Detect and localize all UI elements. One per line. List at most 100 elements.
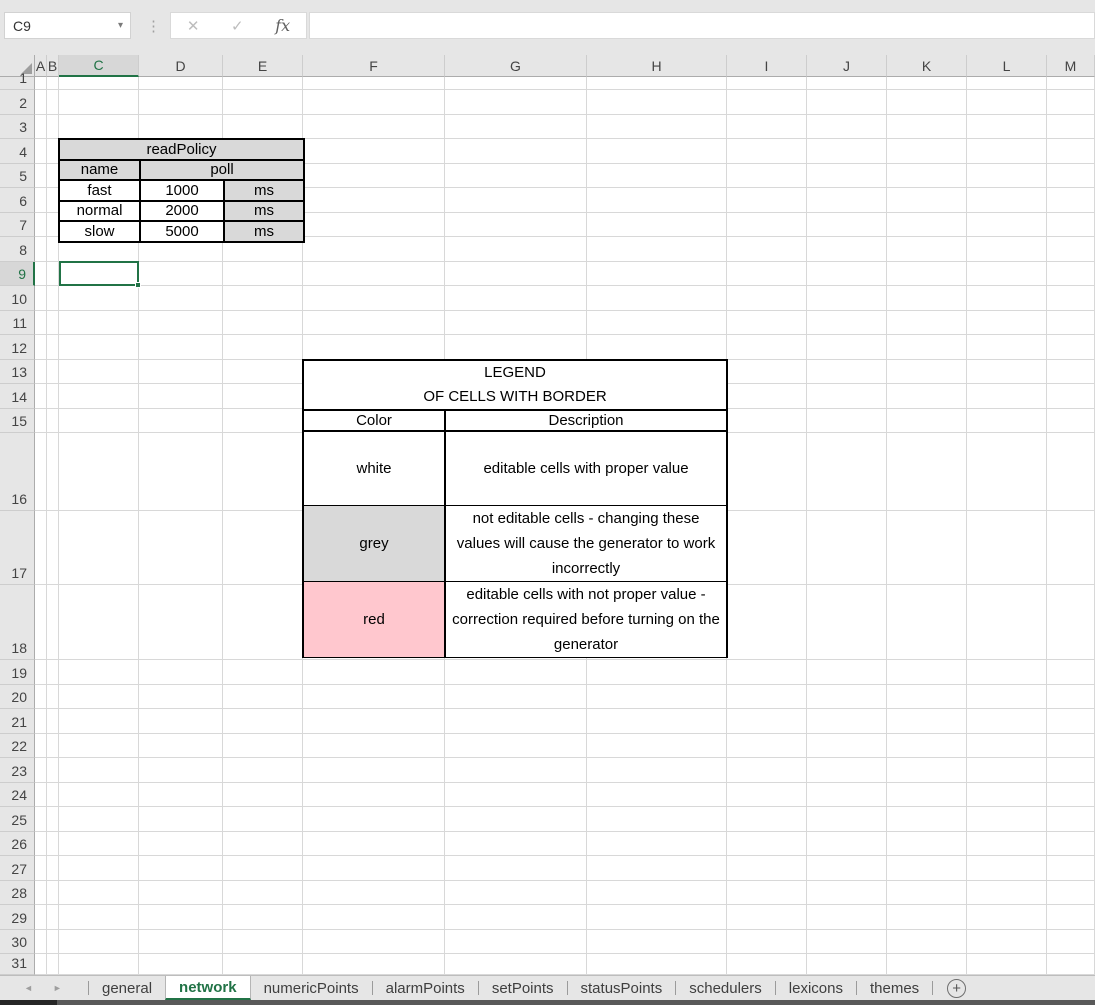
column-header-A[interactable]: A: [35, 55, 47, 77]
read-policy-name-cell[interactable]: normal: [59, 201, 140, 222]
sheet-tab-statusPoints[interactable]: statusPoints: [568, 976, 676, 1000]
legend-title-cell[interactable]: LEGENDOF CELLS WITH BORDER: [303, 360, 727, 410]
column-header-J[interactable]: J: [807, 55, 887, 77]
read-policy-name-cell[interactable]: fast: [59, 180, 140, 201]
sheet-tab-setPoints[interactable]: setPoints: [479, 976, 567, 1000]
sheet-tab-themes[interactable]: themes: [857, 976, 932, 1000]
cancel-icon[interactable]: ✕: [187, 17, 200, 35]
bottom-strip: [0, 1000, 1095, 1005]
add-sheet-button[interactable]: +: [947, 979, 966, 998]
read-policy-name-header-cell[interactable]: name: [59, 160, 140, 181]
legend-description-header-cell[interactable]: Description: [445, 410, 727, 431]
select-all-corner[interactable]: [0, 55, 35, 77]
grid-canvas[interactable]: readPolicynamepollfast1000ms normal2000ms…: [35, 77, 1095, 975]
sheet-tab-lexicons[interactable]: lexicons: [776, 976, 856, 1000]
row-header-23[interactable]: 23: [0, 758, 35, 783]
row-header-21[interactable]: 21: [0, 709, 35, 734]
row-header-26[interactable]: 26: [0, 832, 35, 857]
row-header-14[interactable]: 14: [0, 384, 35, 409]
legend-title-line1: LEGEND: [304, 361, 726, 385]
column-header-I[interactable]: I: [727, 55, 807, 77]
legend-description-cell-red[interactable]: editable cells with not proper value - c…: [445, 581, 727, 657]
read-policy-poll-cell[interactable]: 1000: [140, 180, 224, 201]
row-header-10[interactable]: 10: [0, 286, 35, 311]
column-header-E[interactable]: E: [223, 55, 303, 77]
tab-scroll-right-icon[interactable]: ►: [53, 983, 62, 993]
read-policy-name-cell[interactable]: slow: [59, 221, 140, 242]
column-headers: ABCDEFGHIJKLM: [35, 55, 1095, 77]
tab-separator: [932, 981, 933, 995]
row-header-3[interactable]: 3: [0, 115, 35, 140]
read-policy-unit-cell[interactable]: ms: [224, 180, 304, 201]
excel-window: C9 ▾ ⋮ ✕ ✓ fx ABCDEFGHIJKLM 123456789101…: [0, 0, 1095, 1005]
row-header-24[interactable]: 24: [0, 783, 35, 808]
row-header-8[interactable]: 8: [0, 237, 35, 262]
row-header-12[interactable]: 12: [0, 335, 35, 360]
column-header-H[interactable]: H: [587, 55, 727, 77]
row-header-7[interactable]: 7: [0, 213, 35, 238]
legend-description-cell-white[interactable]: editable cells with proper value: [445, 431, 727, 505]
row-header-20[interactable]: 20: [0, 685, 35, 710]
row-header-9[interactable]: 9: [0, 262, 35, 287]
selected-cell-c9[interactable]: [59, 261, 139, 286]
row-header-22[interactable]: 22: [0, 734, 35, 759]
read-policy-unit-cell[interactable]: ms: [224, 201, 304, 222]
column-header-L[interactable]: L: [967, 55, 1047, 77]
name-box[interactable]: C9 ▾: [4, 12, 131, 39]
row-header-19[interactable]: 19: [0, 660, 35, 685]
row-header-27[interactable]: 27: [0, 856, 35, 881]
formula-buttons: ✕ ✓ fx: [170, 12, 307, 39]
legend-title-line2: OF CELLS WITH BORDER: [304, 385, 726, 409]
column-header-K[interactable]: K: [887, 55, 967, 77]
legend-color-header-cell[interactable]: Color: [303, 410, 445, 431]
row-header-1[interactable]: 1: [0, 77, 35, 90]
formula-bar-area: C9 ▾ ⋮ ✕ ✓ fx: [0, 0, 1095, 55]
row-header-30[interactable]: 30: [0, 930, 35, 955]
sheet-tab-alarmPoints[interactable]: alarmPoints: [373, 976, 478, 1000]
read-policy-unit-cell[interactable]: ms: [224, 221, 304, 242]
tab-scroll-left-icon[interactable]: ◄: [24, 983, 33, 993]
row-header-11[interactable]: 11: [0, 311, 35, 336]
column-header-B[interactable]: B: [47, 55, 59, 77]
bottom-strip-left-segment: [0, 1000, 57, 1005]
formula-bar-options-icon[interactable]: ⋮: [146, 12, 161, 39]
legend-color-cell-white[interactable]: white: [303, 431, 445, 505]
row-header-6[interactable]: 6: [0, 188, 35, 213]
column-header-F[interactable]: F: [303, 55, 445, 77]
sheet-tab-general[interactable]: general: [89, 976, 165, 1000]
column-header-G[interactable]: G: [445, 55, 587, 77]
column-header-C[interactable]: C: [59, 55, 139, 77]
row-header-18[interactable]: 18: [0, 585, 35, 660]
row-header-25[interactable]: 25: [0, 807, 35, 832]
column-header-D[interactable]: D: [139, 55, 223, 77]
read-policy-poll-cell[interactable]: 5000: [140, 221, 224, 242]
formula-input[interactable]: [309, 12, 1095, 39]
insert-function-icon[interactable]: fx: [275, 16, 290, 35]
row-header-13[interactable]: 13: [0, 360, 35, 385]
legend-description-cell-grey[interactable]: not editable cells - changing these valu…: [445, 505, 727, 581]
read-policy-title-cell[interactable]: readPolicy: [59, 139, 304, 160]
row-header-17[interactable]: 17: [0, 511, 35, 585]
read-policy-poll-cell[interactable]: 2000: [140, 201, 224, 222]
row-header-29[interactable]: 29: [0, 905, 35, 930]
column-header-M[interactable]: M: [1047, 55, 1095, 77]
enter-icon[interactable]: ✓: [231, 17, 244, 35]
row-header-4[interactable]: 4: [0, 139, 35, 164]
fill-handle[interactable]: [135, 282, 141, 288]
row-header-2[interactable]: 2: [0, 90, 35, 115]
legend-table: LEGENDOF CELLS WITH BORDERColorDescripti…: [302, 359, 728, 658]
legend-color-cell-red[interactable]: red: [303, 581, 445, 657]
sheet-tab-schedulers[interactable]: schedulers: [676, 976, 775, 1000]
row-header-28[interactable]: 28: [0, 881, 35, 906]
row-header-5[interactable]: 5: [0, 164, 35, 189]
row-headers: 1234567891011121314151617181920212223242…: [0, 77, 35, 975]
row-header-31[interactable]: 31: [0, 954, 35, 975]
sheet-tab-bar: ◄ ► generalnetworknumericPointsalarmPoin…: [0, 975, 1095, 1000]
row-header-16[interactable]: 16: [0, 433, 35, 511]
sheet-tab-numericPoints[interactable]: numericPoints: [251, 976, 372, 1000]
sheet-tab-network[interactable]: network: [165, 976, 251, 1000]
read-policy-poll-header-cell[interactable]: poll: [140, 160, 304, 181]
row-header-15[interactable]: 15: [0, 409, 35, 434]
legend-color-cell-grey[interactable]: grey: [303, 505, 445, 581]
name-box-dropdown-icon[interactable]: ▾: [118, 20, 130, 31]
